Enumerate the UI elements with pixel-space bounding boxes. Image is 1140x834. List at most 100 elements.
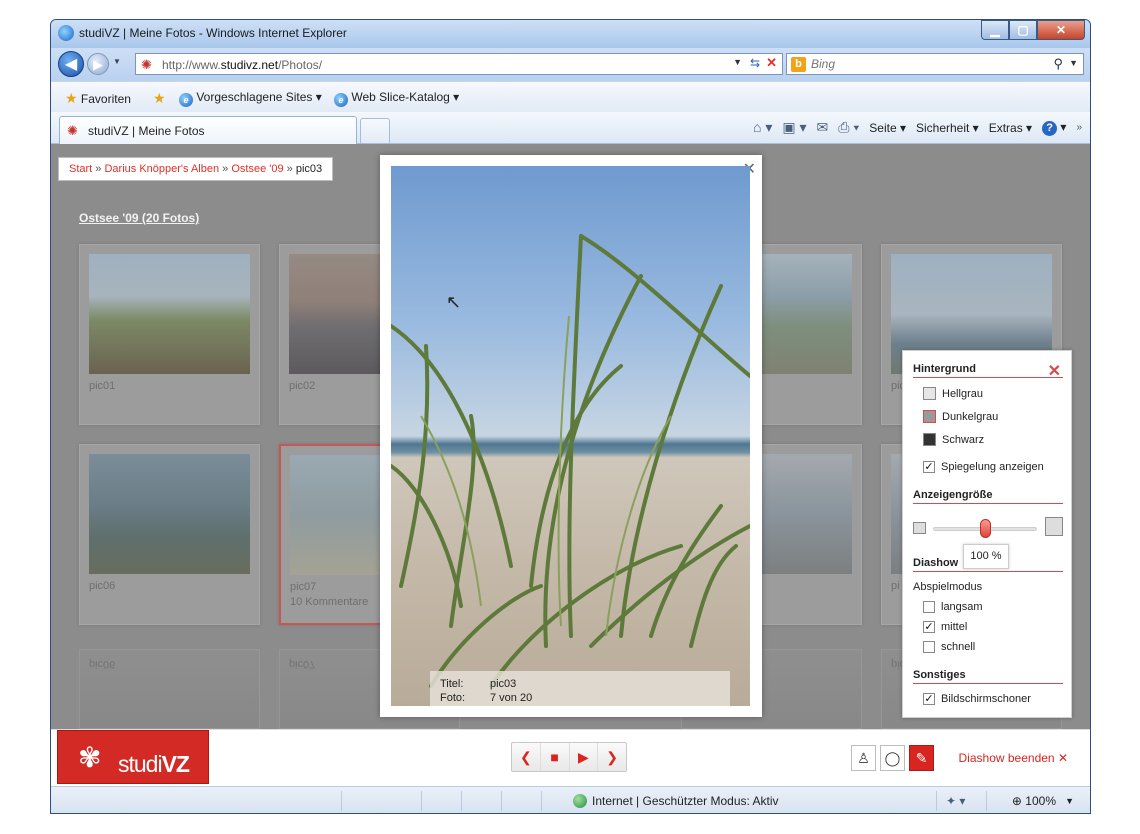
person-icon[interactable]: ♙: [851, 745, 876, 771]
site-favicon: ✺: [141, 57, 152, 72]
playback-label: Abspielmodus: [913, 581, 983, 593]
comment-icon[interactable]: ◯: [880, 745, 905, 771]
more-icon[interactable]: »: [1076, 122, 1082, 133]
stop-icon[interactable]: ■: [541, 743, 570, 771]
bg-option-dark[interactable]: Dunkelgrau: [923, 410, 998, 423]
breadcrumb-current: pic03: [295, 163, 323, 175]
breadcrumb-owner[interactable]: Darius Knöpper's Alben: [104, 163, 219, 175]
help-menu[interactable]: ? ▾: [1042, 120, 1066, 136]
search-box[interactable]: b ⚲ ▼: [786, 53, 1084, 75]
size-slider-thumb[interactable]: [980, 519, 991, 538]
tab-studivz[interactable]: ✺ studiVZ | Meine Fotos: [59, 116, 357, 144]
search-icon[interactable]: ⚲: [1053, 56, 1063, 72]
checkbox-empty-icon: [923, 641, 935, 653]
site-favicon: ✺: [67, 123, 78, 138]
swatch-light: [923, 387, 936, 400]
photo-thumbnail: [89, 454, 250, 574]
ie-icon: e: [334, 93, 348, 107]
feeds-icon[interactable]: ▣ ▾: [782, 119, 806, 136]
home-icon[interactable]: ⌂ ▾: [753, 119, 772, 136]
zoom-dropdown-icon[interactable]: ▼: [1065, 796, 1074, 806]
star-icon: ★: [65, 90, 78, 106]
background-heading: Hintergrund: [913, 363, 1063, 378]
mail-icon[interactable]: ✉: [817, 119, 829, 136]
back-button[interactable]: ◀: [58, 51, 84, 77]
photo-lightbox: ✕: [380, 155, 762, 717]
player-controls: ❮ ■ ▶ ❯: [511, 742, 627, 772]
breadcrumb-album[interactable]: Ostsee '09: [231, 163, 283, 175]
slideshow-toolbar: ✾ studiVZ ❮ ■ ▶ ❯ ♙ ◯ ✎ Diashow beenden …: [51, 729, 1090, 786]
address-bar[interactable]: ✺ http://www.studivz.net/Photos/ ▼ ⇆ ✕: [135, 53, 783, 75]
photo-card-pic06[interactable]: pic06: [79, 444, 260, 625]
web-slice-link[interactable]: e Web Slice-Katalog ▾: [334, 90, 459, 107]
zoom-level[interactable]: ⊕ 100%: [1012, 794, 1056, 808]
navigation-bar: ◀ ▶ ▼ ✺ http://www.studivz.net/Photos/ ▼…: [51, 48, 1090, 81]
safety-menu[interactable]: Sicherheit ▾: [916, 121, 979, 135]
photo-title: pic03: [490, 678, 517, 690]
studivz-flower-icon: ✾: [78, 742, 102, 773]
new-tab-button[interactable]: [360, 118, 390, 143]
check-icon: ✓: [923, 693, 935, 705]
check-icon: ✓: [923, 461, 935, 473]
print-icon[interactable]: ⎙ ▾: [838, 119, 859, 136]
url-text: http://www.studivz.net/Photos/: [162, 58, 323, 72]
globe-icon: [573, 794, 587, 808]
forward-button[interactable]: ▶: [87, 53, 109, 75]
bg-option-light[interactable]: Hellgrau: [923, 387, 983, 400]
address-dropdown-icon[interactable]: ▼: [733, 57, 742, 67]
size-max-icon[interactable]: [1045, 517, 1063, 536]
photo-card-pic01[interactable]: pic01: [79, 244, 260, 425]
photo-info-box: Titel: pic03 Foto: 7 von 20: [430, 671, 730, 706]
tab-row: ✺ studiVZ | Meine Fotos ⌂ ▾ ▣ ▾ ✉ ⎙ ▾ Se…: [51, 112, 1090, 144]
favorites-button[interactable]: ★ Favoriten: [65, 90, 131, 107]
play-icon[interactable]: ▶: [570, 743, 599, 771]
album-title[interactable]: Ostsee '09 (20 Fotos): [79, 211, 199, 225]
maximize-button[interactable]: ▢: [1009, 20, 1037, 40]
photo-thumbnail: [89, 254, 250, 374]
studivz-logo[interactable]: ✾ studiVZ: [57, 730, 209, 784]
security-zone[interactable]: Internet | Geschützter Modus: Aktiv: [573, 794, 779, 808]
close-settings-icon[interactable]: ✕: [1048, 361, 1061, 381]
size-min-icon[interactable]: [913, 522, 926, 534]
speed-slow[interactable]: langsam: [923, 601, 983, 613]
recent-pages-dropdown[interactable]: ▼: [113, 57, 121, 66]
misc-heading: Sonstiges: [913, 669, 1063, 684]
grass-illustration: [391, 234, 750, 688]
search-dropdown-icon[interactable]: ▼: [1069, 58, 1078, 68]
window-title: studiVZ | Meine Fotos - Windows Internet…: [79, 26, 347, 40]
minimize-button[interactable]: ▁: [981, 20, 1009, 40]
reflection-checkbox[interactable]: ✓ Spiegelung anzeigen: [923, 461, 1044, 473]
ie-icon: [58, 25, 74, 41]
size-heading: Anzeigengröße: [913, 489, 1063, 504]
close-window-button[interactable]: ✕: [1037, 20, 1085, 40]
next-icon[interactable]: ❯: [598, 743, 626, 771]
browser-window: studiVZ | Meine Fotos - Windows Internet…: [50, 19, 1091, 814]
protected-mode-icon[interactable]: ✦ ▾: [946, 794, 965, 808]
help-icon: ?: [1042, 120, 1058, 136]
close-icon: ✕: [1057, 751, 1068, 765]
swatch-black: [923, 433, 936, 446]
large-photo[interactable]: Titel: pic03 Foto: 7 von 20: [391, 166, 750, 706]
breadcrumb: Start » Darius Knöpper's Alben » Ostsee …: [58, 157, 334, 181]
search-input[interactable]: [811, 56, 1031, 72]
stop-icon[interactable]: ✕: [766, 55, 777, 71]
speed-fast[interactable]: schnell: [923, 641, 975, 653]
refresh-icon[interactable]: ⇆: [750, 56, 760, 70]
bg-option-black[interactable]: Schwarz: [923, 433, 984, 446]
page-menu[interactable]: Seite ▾: [869, 121, 906, 135]
check-icon: ✓: [923, 621, 935, 633]
settings-wrench-icon[interactable]: ✎: [909, 745, 934, 771]
add-favorite-icon[interactable]: ★: [153, 90, 166, 107]
ie-icon: e: [179, 93, 193, 107]
previous-icon[interactable]: ❮: [512, 743, 541, 771]
mouse-cursor-icon: ↖: [446, 292, 462, 312]
speed-medium[interactable]: ✓ mittel: [923, 621, 967, 633]
command-bar: ⌂ ▾ ▣ ▾ ✉ ⎙ ▾ Seite ▾ Sicherheit ▾ Extra…: [753, 119, 1082, 136]
photo-counter: 7 von 20: [490, 692, 533, 704]
end-slideshow-button[interactable]: Diashow beenden ✕: [959, 751, 1068, 765]
extras-menu[interactable]: Extras ▾: [989, 121, 1032, 135]
page-content: Start » Darius Knöpper's Alben » Ostsee …: [51, 144, 1090, 729]
suggested-sites-link[interactable]: e Vorgeschlagene Sites ▾: [179, 90, 322, 107]
screensaver-checkbox[interactable]: ✓ Bildschirmschoner: [923, 693, 1031, 705]
breadcrumb-start[interactable]: Start: [69, 163, 92, 175]
